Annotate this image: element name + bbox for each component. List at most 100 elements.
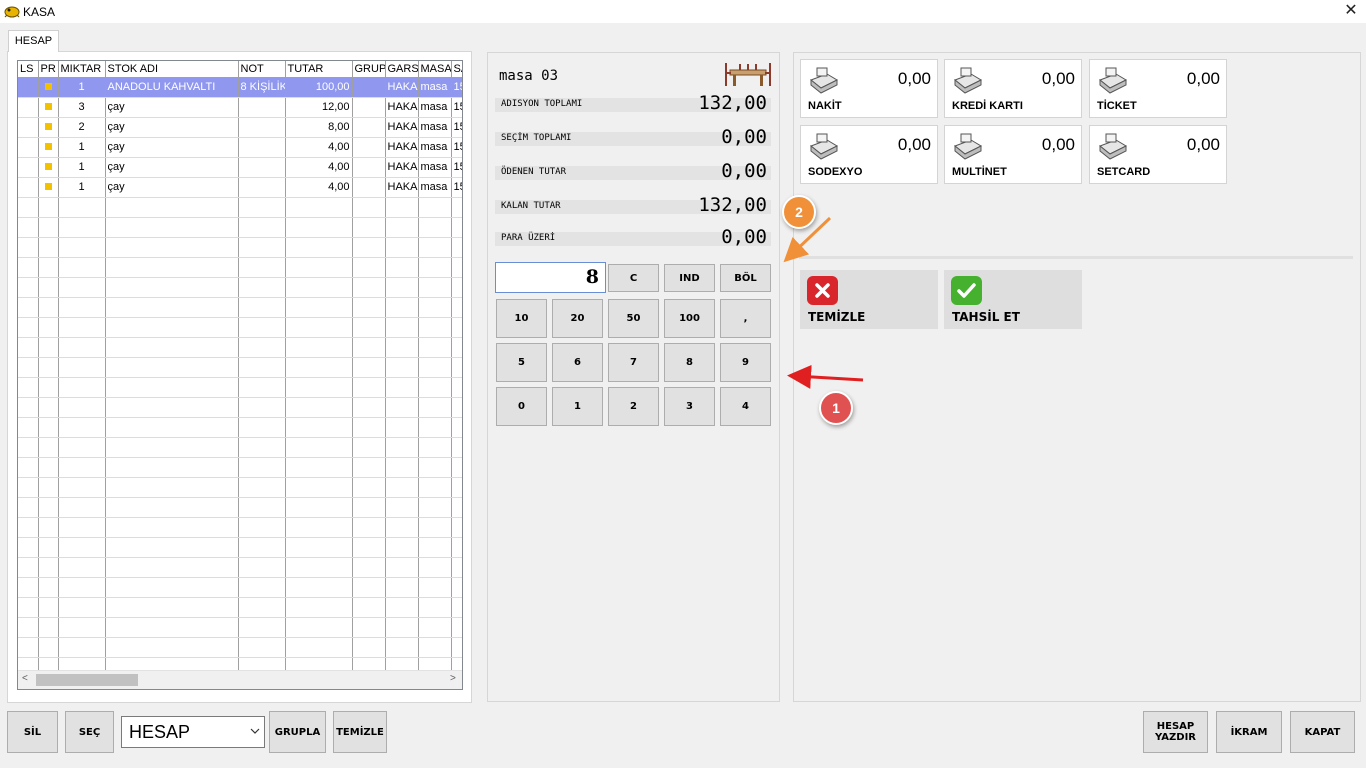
empty-cell: [38, 517, 59, 538]
empty-cell: [38, 637, 59, 658]
keypad-key[interactable]: 6: [552, 343, 603, 382]
empty-cell: [285, 397, 353, 418]
column-header[interactable]: MASA: [418, 61, 452, 78]
table-cell: masa: [418, 137, 452, 158]
keypad-key[interactable]: 10: [496, 299, 547, 338]
empty-cell: [18, 217, 39, 238]
empty-cell: [352, 397, 386, 418]
delete-button[interactable]: SİL: [7, 711, 58, 753]
keypad-key[interactable]: 20: [552, 299, 603, 338]
payment-ticket-button[interactable]: 0,00 TİCKET: [1089, 59, 1227, 118]
keypad-key[interactable]: 8: [664, 343, 715, 382]
order-grid[interactable]: LSPRMIKTARSTOK ADINOTTUTARGRUPGARSMASASA…: [17, 60, 463, 690]
empty-cell: [105, 237, 239, 258]
empty-cell: [38, 237, 59, 258]
column-header[interactable]: STOK ADI: [105, 61, 239, 78]
tab-hesap[interactable]: HESAP: [8, 30, 59, 52]
empty-cell: [18, 337, 39, 358]
empty-cell: [18, 617, 39, 638]
column-header[interactable]: NOT: [238, 61, 286, 78]
payment-kredi-karti-button[interactable]: 0,00 KREDİ KARTI: [944, 59, 1082, 118]
empty-cell: [38, 397, 59, 418]
close-window-icon[interactable]: ✕: [1336, 0, 1366, 23]
cash-register-icon: [1099, 133, 1128, 160]
empty-cell: [285, 537, 353, 558]
empty-cell: [105, 597, 239, 618]
sa-cell: 15: [451, 137, 462, 158]
clear-key[interactable]: C: [608, 264, 659, 292]
empty-cell: [58, 357, 106, 378]
keypad-key[interactable]: 100: [664, 299, 715, 338]
summary-value: 0,00: [721, 160, 767, 182]
summary-value: 0,00: [721, 126, 767, 148]
column-header[interactable]: MIKTAR: [58, 61, 106, 78]
payment-sodexyo-button[interactable]: 0,00 SODEXYO: [800, 125, 938, 184]
empty-cell: [352, 557, 386, 578]
payment-value: 0,00: [897, 69, 931, 88]
column-header[interactable]: LS: [18, 61, 39, 78]
group-button[interactable]: GRUPLA: [269, 711, 326, 753]
title-bar: [0, 0, 1366, 23]
column-header[interactable]: GARS: [385, 61, 419, 78]
print-status-marker: [44, 143, 52, 150]
table-row[interactable]: 1ANADOLU KAHVALTI8 KİŞİLİK100,00 HAKANmas…: [18, 77, 462, 98]
empty-cell: [352, 577, 386, 598]
keypad-key[interactable]: 3: [664, 387, 715, 426]
table-row[interactable]: 3çay 12,00 HAKANmasa15: [18, 97, 462, 118]
keypad-key[interactable]: 2: [608, 387, 659, 426]
grid-body: 1ANADOLU KAHVALTI8 KİŞİLİK100,00HAKANmas…: [18, 77, 462, 678]
ind-key[interactable]: IND: [664, 264, 715, 292]
empty-cell: [238, 297, 286, 318]
empty-cell: [352, 597, 386, 618]
empty-row: [18, 597, 462, 618]
select-button[interactable]: SEÇ: [65, 711, 114, 753]
horizontal-scrollbar[interactable]: < >: [18, 670, 462, 689]
column-header[interactable]: PR: [38, 61, 59, 78]
close-bill-button[interactable]: KAPAT: [1290, 711, 1355, 753]
ls-cell: [18, 97, 39, 118]
keypad-key[interactable]: 9: [720, 343, 771, 382]
summary-row-para-ustu: PARA ÜZERİ 0,00: [495, 226, 771, 248]
treat-button[interactable]: İKRAM: [1216, 711, 1282, 753]
payment-nakit-button[interactable]: 0,00 NAKİT: [800, 59, 938, 118]
keypad-key[interactable]: 50: [608, 299, 659, 338]
empty-cell: [38, 197, 59, 218]
keypad-key[interactable]: 5: [496, 343, 547, 382]
keypad-key[interactable]: 1: [552, 387, 603, 426]
payment-setcard-button[interactable]: 0,00 SETCARD: [1089, 125, 1227, 184]
annotation-arrows: [783, 216, 864, 389]
table-row[interactable]: 2çay 8,00 HAKANmasa15: [18, 117, 462, 138]
comma-key[interactable]: ,: [720, 299, 771, 338]
table-row[interactable]: 1çay 4,00 HAKANmasa15: [18, 157, 462, 178]
cash-register-icon: [810, 67, 839, 94]
keypad-key[interactable]: 0: [496, 387, 547, 426]
account-select[interactable]: HESAP: [121, 716, 265, 748]
empty-cell: [352, 477, 386, 498]
scroll-right-icon[interactable]: >: [450, 673, 456, 684]
empty-cell: [352, 197, 386, 218]
collect-payment-button[interactable]: TAHSİL ET: [944, 270, 1082, 329]
empty-cell: [238, 377, 286, 398]
clear-list-button[interactable]: TEMİZLE: [333, 711, 387, 753]
empty-cell: [105, 357, 239, 378]
amount-input[interactable]: 8: [495, 262, 606, 293]
empty-cell: [238, 637, 286, 658]
annotation-arrow-1: [787, 364, 864, 389]
empty-cell: [385, 257, 419, 278]
empty-cell: [285, 257, 353, 278]
column-header[interactable]: TUTAR: [285, 61, 353, 78]
table-row[interactable]: 1çay 4,00 HAKANmasa15: [18, 177, 462, 198]
scroll-left-icon[interactable]: <: [22, 673, 28, 684]
scrollbar-thumb[interactable]: [36, 674, 138, 686]
split-key[interactable]: BÖL: [720, 264, 771, 292]
payment-multinet-button[interactable]: 0,00 MULTİNET: [944, 125, 1082, 184]
empty-cell: [18, 357, 39, 378]
print-bill-button[interactable]: HESAP YAZDIR: [1143, 711, 1208, 753]
empty-row: [18, 357, 462, 378]
table-row[interactable]: 1çay 4,00 HAKANmasa15: [18, 137, 462, 158]
column-header[interactable]: GRUP: [352, 61, 386, 78]
keypad-key[interactable]: 4: [720, 387, 771, 426]
empty-row: [18, 237, 462, 258]
column-header[interactable]: SA: [451, 61, 462, 78]
keypad-key[interactable]: 7: [608, 343, 659, 382]
